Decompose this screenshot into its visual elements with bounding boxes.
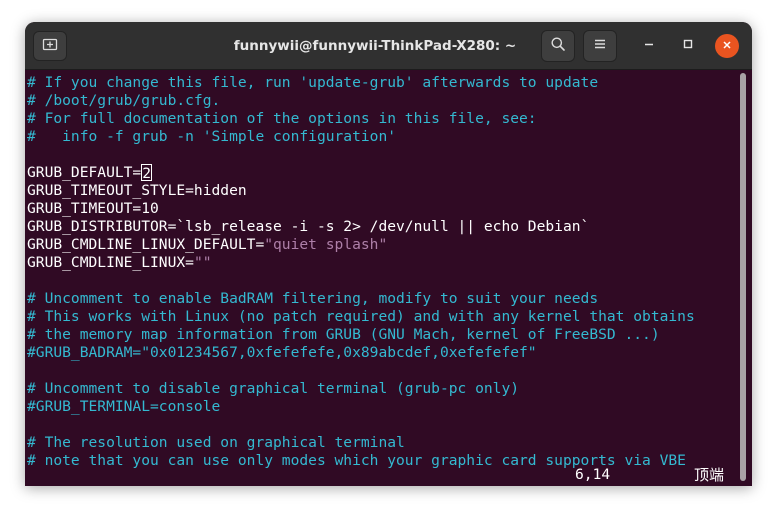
line-segment: GRUB_TIMEOUT_STYLE=hidden (27, 182, 247, 199)
editor-line: # This works with Linux (no patch requir… (27, 308, 695, 326)
line-segment: # If you change this file, run 'update-g… (27, 74, 599, 91)
line-segment: # /boot/grub/grub.cfg. (27, 92, 221, 109)
line-segment: #GRUB_BADRAM="0x01234567,0xfefefefe,0x89… (27, 344, 537, 361)
hamburger-menu-icon (593, 37, 607, 56)
editor-line: # Uncomment to disable graphical termina… (27, 380, 519, 398)
scrollbar-thumb[interactable] (740, 73, 746, 481)
scroll-indicator: 顶端 (694, 466, 725, 484)
maximize-button[interactable] (676, 34, 700, 58)
window-title: funnywii@funnywii-ThinkPad-X280: ~ (233, 38, 517, 54)
editor-line: # /boot/grub/grub.cfg. (27, 92, 220, 110)
search-icon (550, 36, 566, 57)
line-segment: GRUB_CMDLINE_LINUX_DEFAULT= (27, 236, 265, 253)
line-segment: # Uncomment to enable BadRAM filtering, … (27, 290, 599, 307)
editor-line: # For full documentation of the options … (27, 110, 537, 128)
maximize-icon (682, 37, 694, 55)
editor-line: GRUB_DEFAULT=2 (27, 164, 153, 182)
editor-line: GRUB_CMDLINE_LINUX_DEFAULT="quiet splash… (27, 236, 387, 254)
line-segment: # Uncomment to disable graphical termina… (27, 380, 520, 397)
cursor-position: 6,14 (575, 466, 611, 483)
editor-line: # Uncomment to enable BadRAM filtering, … (27, 290, 598, 308)
editor-line: #GRUB_BADRAM="0x01234567,0xfefefefe,0x89… (27, 344, 537, 362)
scrollbar[interactable] (739, 72, 747, 482)
editor-line: # If you change this file, run 'update-g… (27, 74, 598, 92)
editor-line: GRUB_TIMEOUT=10 (27, 200, 159, 218)
terminal-area[interactable]: # If you change this file, run 'update-g… (25, 70, 752, 486)
line-segment: GRUB_DISTRIBUTOR=`lsb_release -i -s 2> /… (27, 218, 590, 235)
line-segment: # The resolution used on graphical termi… (27, 434, 405, 451)
line-segment: # This works with Linux (no patch requir… (27, 308, 695, 325)
editor-line: # The resolution used on graphical termi… (27, 434, 405, 452)
text-cursor: 2 (141, 164, 153, 182)
menu-button[interactable] (583, 30, 617, 62)
editor-line: #GRUB_TERMINAL=console (27, 398, 220, 416)
line-segment: "quiet splash" (264, 236, 388, 253)
terminal-window: funnywii@funnywii-ThinkPad-X280: ~ # If … (25, 22, 752, 486)
editor-line: GRUB_TIMEOUT_STYLE=hidden (27, 182, 247, 200)
editor-line: GRUB_CMDLINE_LINUX="" (27, 254, 212, 272)
line-segment: # info -f grub -n 'Simple configuration' (27, 128, 397, 145)
line-segment: # the memory map information from GRUB (… (27, 326, 660, 343)
new-tab-icon (42, 36, 58, 57)
line-segment: GRUB_DEFAULT= (27, 164, 142, 181)
close-icon (722, 37, 732, 55)
line-segment: GRUB_CMDLINE_LINUX= (27, 254, 194, 271)
editor-line: # info -f grub -n 'Simple configuration' (27, 128, 396, 146)
minimize-icon (643, 37, 655, 55)
line-segment: "" (193, 254, 212, 271)
title-bar: funnywii@funnywii-ThinkPad-X280: ~ (25, 22, 752, 70)
line-segment: #GRUB_TERMINAL=console (27, 398, 221, 415)
editor-line: # the memory map information from GRUB (… (27, 326, 660, 344)
editor-line: GRUB_DISTRIBUTOR=`lsb_release -i -s 2> /… (27, 218, 589, 236)
minimize-button[interactable] (637, 34, 661, 58)
new-tab-button[interactable] (33, 31, 67, 61)
search-button[interactable] (541, 30, 575, 62)
line-segment: # For full documentation of the options … (27, 110, 537, 127)
close-button[interactable] (715, 34, 739, 58)
line-segment: GRUB_TIMEOUT=10 (27, 200, 159, 217)
